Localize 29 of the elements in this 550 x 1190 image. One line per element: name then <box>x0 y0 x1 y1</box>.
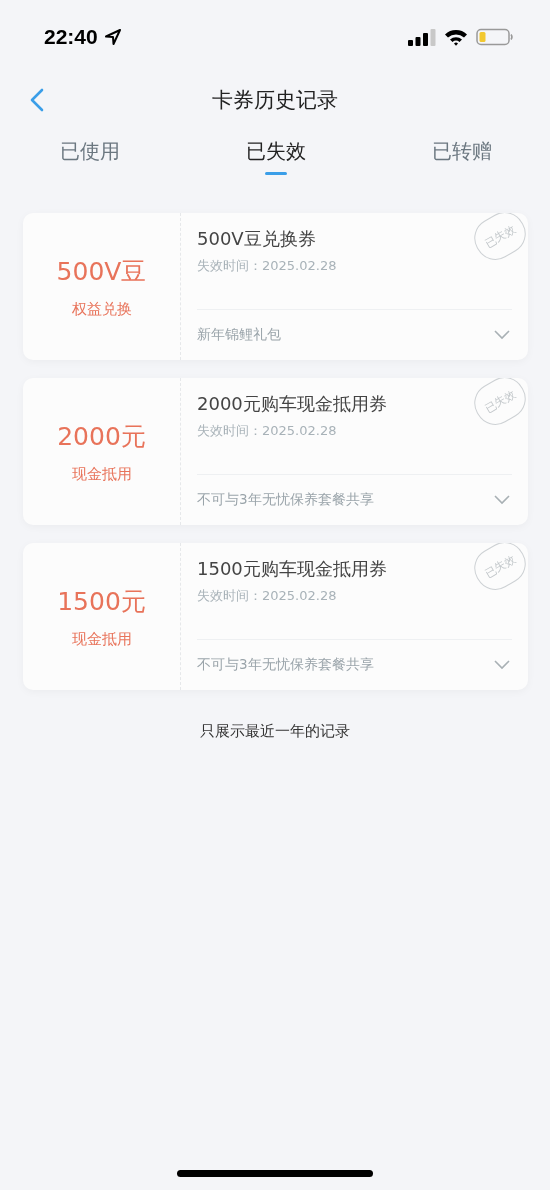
coupon-type: 权益兑换 <box>71 299 132 319</box>
footer-note: 只展示最近一年的记录 <box>199 722 351 741</box>
coupon-note: 不可与3年无忧保养套餐共享 <box>197 491 374 509</box>
signal-icon <box>408 28 436 46</box>
coupon-type: 现金抵用 <box>71 629 132 649</box>
coupon-amount: 500V豆 <box>56 255 147 288</box>
coupon-name: 500V豆兑换券 <box>197 227 316 251</box>
chevron-down-icon[interactable] <box>494 660 510 670</box>
wifi-icon <box>444 28 468 46</box>
coupon-name: 2000元购车现金抵用券 <box>197 392 387 416</box>
coupon-type: 现金抵用 <box>71 464 132 484</box>
back-button[interactable] <box>28 86 46 114</box>
location-arrow-icon <box>103 28 122 46</box>
expiry-date: 失效时间：2025.02.28 <box>197 257 337 275</box>
tab[interactable]: 已使用 <box>58 128 122 179</box>
tab[interactable]: 已失效 <box>244 128 308 179</box>
status-time: 22:40 <box>44 25 98 49</box>
expiry-date: 失效时间：2025.02.28 <box>197 587 337 605</box>
chevron-down-icon[interactable] <box>494 495 510 505</box>
coupon-note: 不可与3年无忧保养套餐共享 <box>197 656 374 674</box>
page-title: 卡券历史记录 <box>212 87 338 114</box>
tab[interactable]: 已转赠 <box>430 128 494 179</box>
battery-icon <box>476 28 514 46</box>
expiry-date: 失效时间：2025.02.28 <box>197 422 337 440</box>
coupon-amount: 1500元 <box>57 585 146 618</box>
coupon-note: 新年锦鲤礼包 <box>197 326 281 344</box>
chevron-down-icon[interactable] <box>494 330 510 340</box>
coupon-amount: 2000元 <box>57 420 146 453</box>
coupon-name: 1500元购车现金抵用券 <box>197 557 387 581</box>
